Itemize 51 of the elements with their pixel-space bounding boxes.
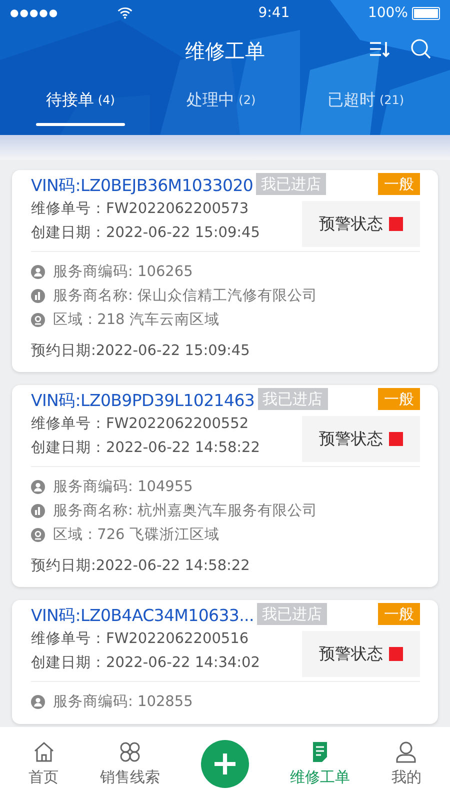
search-icon[interactable] bbox=[410, 38, 432, 60]
region: 区域 : 218 汽车云南区域 bbox=[53, 311, 220, 330]
region: 区域 : 726 飞碟浙江区域 bbox=[53, 526, 220, 545]
priority-tag: 一般 bbox=[378, 603, 420, 625]
appointment-date: 预约日期:2022-06-22 14:58:22 bbox=[31, 557, 251, 576]
location-icon bbox=[31, 528, 45, 542]
chart-icon bbox=[31, 289, 45, 303]
alert-indicator bbox=[389, 217, 403, 231]
tab[interactable]: 已超时 (21) bbox=[317, 76, 414, 126]
battery-icon bbox=[412, 6, 440, 20]
provider-name: 服务商名称: 保山众信精工汽修有限公司 bbox=[53, 286, 318, 306]
vin-number: VIN码:LZ0B4AC34M10633... bbox=[31, 605, 254, 627]
repair-number: 维修单号：FW2022062200516 bbox=[31, 630, 250, 649]
nav-tab[interactable]: 我的 bbox=[391, 740, 422, 787]
battery-percent: 100% bbox=[368, 5, 408, 21]
repair-number: 维修单号：FW2022062200552 bbox=[31, 414, 250, 434]
wifi-icon bbox=[116, 7, 133, 19]
vin-number: VIN码:LZ0BEJB36M1033020 bbox=[31, 175, 254, 197]
person-icon bbox=[31, 265, 45, 279]
location-icon bbox=[31, 313, 45, 327]
grid-icon bbox=[118, 740, 142, 764]
priority-tag: 一般 bbox=[378, 173, 420, 195]
appointment-date: 预约日期:2022-06-22 15:09:45 bbox=[31, 342, 251, 361]
repair-number: 维修单号：FW2022062200573 bbox=[31, 200, 250, 219]
alert-indicator bbox=[389, 647, 403, 661]
nav-tab[interactable]: 首页 bbox=[28, 740, 59, 787]
alert-label: 预警状态 bbox=[319, 428, 383, 450]
home-icon bbox=[32, 740, 56, 764]
provider-code: 服务商编码: 104955 bbox=[53, 478, 193, 497]
nav-tab[interactable]: 销售线索 bbox=[100, 740, 160, 787]
alert-label: 预警状态 bbox=[319, 644, 383, 664]
provider-code: 服务商编码: 106265 bbox=[53, 262, 193, 282]
person-icon bbox=[394, 740, 418, 764]
nav-tab[interactable]: 维修工单 bbox=[290, 740, 350, 787]
chart-icon bbox=[31, 504, 45, 518]
created-date: 创建日期：2022-06-22 14:34:02 bbox=[31, 654, 260, 673]
created-date: 创建日期：2022-06-22 15:09:45 bbox=[31, 224, 260, 243]
tab[interactable]: 待接单 (4) bbox=[36, 76, 125, 126]
provider-code: 服务商编码: 102855 bbox=[53, 692, 193, 712]
page-title: 维修工单 bbox=[185, 38, 265, 64]
priority-tag: 一般 bbox=[378, 388, 420, 410]
vin-number: VIN码:LZ0B9PD39L1021463 bbox=[31, 390, 255, 412]
provider-name: 服务商名称: 杭州嘉奥汽车服务有限公司 bbox=[53, 502, 318, 521]
created-date: 创建日期：2022-06-22 14:58:22 bbox=[31, 439, 260, 458]
alert-indicator bbox=[389, 432, 403, 446]
signal-icon: ●●●●● bbox=[10, 8, 59, 18]
alert-label: 预警状态 bbox=[319, 214, 383, 234]
person-icon bbox=[31, 480, 45, 494]
status-time: 9:41 bbox=[258, 5, 290, 21]
person-icon bbox=[31, 695, 45, 709]
tab[interactable]: 处理中 (2) bbox=[176, 76, 266, 126]
